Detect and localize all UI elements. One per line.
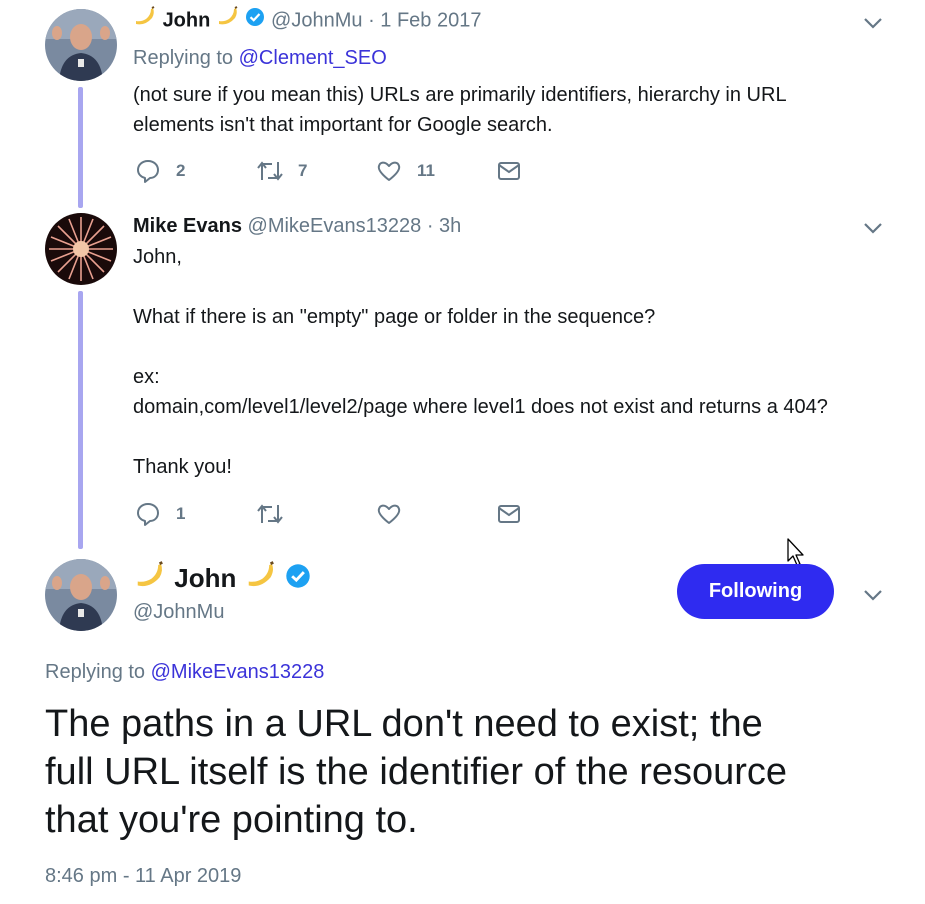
dm-button[interactable] — [496, 158, 522, 184]
tweet-text-line: ex: — [133, 366, 160, 388]
like-icon — [377, 504, 401, 524]
chevron-down-icon[interactable] — [862, 16, 884, 30]
replying-to: Replying to @Clement_SEO — [133, 44, 387, 72]
main-tweet-text: The paths in a URL don't need to exist; … — [45, 700, 787, 844]
following-button[interactable]: Following — [677, 564, 834, 619]
author-handle[interactable]: @MikeEvans13228 — [248, 215, 422, 237]
like-button[interactable] — [376, 501, 402, 527]
tweet-text: John, What if there is an "empty" page o… — [133, 242, 828, 482]
verified-icon — [285, 563, 311, 597]
tweet-text-line: that you're pointing to. — [45, 799, 418, 841]
banana-icon — [216, 6, 240, 36]
tweet-date[interactable]: · 1 Feb 2017 — [368, 9, 481, 31]
tweet-text-line: domain,com/level1/level2/page where leve… — [133, 396, 828, 418]
tweet1-header: John @JohnMu · 1 Feb 2017 — [133, 6, 481, 34]
replying-prefix: Replying to — [45, 661, 146, 683]
tweet-text-line: John, — [133, 246, 182, 268]
tweet-timestamp[interactable]: 8:46 pm - 11 Apr 2019 — [45, 862, 241, 890]
retweet-icon — [257, 161, 283, 181]
tweet-text-line: full URL itself is the identifier of the… — [45, 751, 788, 793]
tweet-date[interactable]: · 3h — [427, 215, 461, 237]
author-name[interactable]: John — [174, 563, 236, 593]
avatar-mike-evans[interactable] — [45, 213, 117, 285]
avatar-john-main[interactable] — [45, 559, 117, 631]
thread-line — [78, 291, 83, 549]
retweet-button[interactable] — [255, 501, 285, 527]
reply-count: 1 — [176, 504, 186, 523]
reply-button[interactable]: 2 — [135, 158, 185, 184]
banana-icon — [133, 6, 157, 36]
tweet-text-line: elements isn't that important for Google… — [133, 114, 553, 136]
chevron-down-icon[interactable] — [862, 221, 884, 235]
banana-icon — [133, 561, 167, 599]
like-count: 11 — [417, 161, 435, 180]
reply-count: 2 — [176, 161, 186, 180]
replying-to: Replying to @MikeEvans13228 — [45, 658, 324, 686]
tweet-text: (not sure if you mean this) URLs are pri… — [133, 80, 787, 140]
tweet-text-line: What if there is an "empty" page or fold… — [133, 306, 656, 328]
author-name[interactable]: John — [163, 9, 211, 31]
main-tweet-name-row: John — [133, 561, 311, 595]
reply-mention-link[interactable]: @Clement_SEO — [239, 47, 387, 69]
reply-mention-link[interactable]: @MikeEvans13228 — [151, 661, 325, 683]
dm-icon — [498, 505, 520, 523]
tweet-text-line: Thank you! — [133, 456, 232, 478]
tweet2-header: Mike Evans @MikeEvans13228 · 3h — [133, 212, 461, 240]
author-name[interactable]: Mike Evans — [133, 215, 242, 237]
thread-line — [78, 87, 83, 208]
banana-icon — [244, 561, 278, 599]
like-icon — [377, 161, 401, 181]
replying-prefix: Replying to — [133, 47, 234, 69]
dm-icon — [498, 162, 520, 180]
tweet-text-line: (not sure if you mean this) URLs are pri… — [133, 84, 787, 106]
author-handle[interactable]: @JohnMu — [133, 598, 224, 626]
chevron-down-icon[interactable] — [862, 588, 884, 602]
reply-icon — [137, 160, 159, 183]
like-button[interactable]: 11 — [376, 158, 435, 184]
retweet-button[interactable]: 7 — [255, 158, 307, 184]
reply-icon — [137, 503, 159, 526]
retweet-count: 7 — [298, 161, 308, 180]
author-handle[interactable]: @JohnMu — [271, 9, 362, 31]
verified-icon — [245, 7, 265, 35]
reply-button[interactable]: 1 — [135, 501, 185, 527]
tweet-text-line: The paths in a URL don't need to exist; … — [45, 703, 763, 745]
dm-button[interactable] — [496, 501, 522, 527]
retweet-icon — [257, 504, 283, 524]
avatar-john[interactable] — [45, 9, 117, 81]
